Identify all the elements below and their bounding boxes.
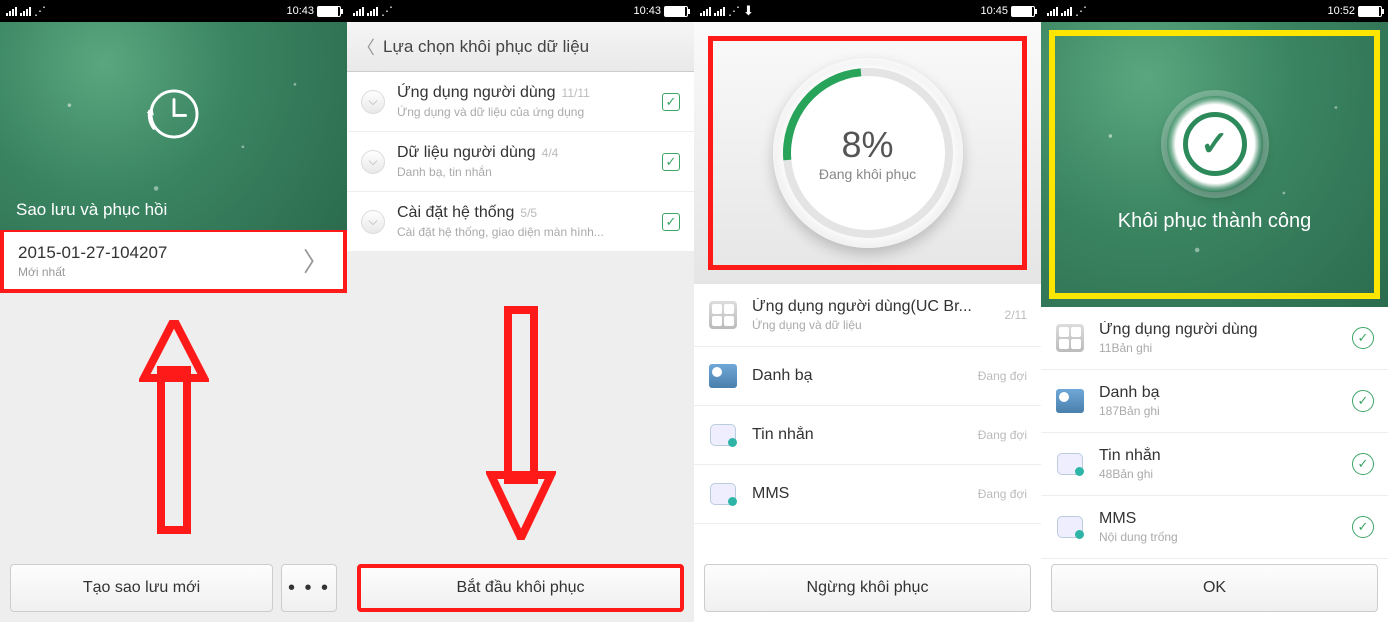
ok-button[interactable]: OK [1051, 564, 1378, 612]
success-check-icon: ✓ [1167, 96, 1263, 192]
chevron-right-icon: 〉 [303, 242, 329, 279]
wifi-icon: ⋰ [34, 4, 46, 18]
checkbox-icon[interactable]: ✓ [662, 153, 680, 171]
wifi-icon: ⋰ [728, 4, 740, 18]
hero-banner: Sao lưu và phục hồi [0, 22, 347, 230]
restore-options-list: ⌵ Ứng dụng người dùng11/11Ứng dụng và dữ… [347, 72, 694, 252]
annotation-yellow-box [1049, 30, 1380, 299]
check-circle-icon: ✓ [1352, 390, 1374, 412]
apps-icon [1055, 323, 1085, 353]
success-hero: ✓ Khôi phục thành công [1041, 22, 1388, 307]
screen-restore-success: ⋰ 10:52 ✓ Khôi phục thành công Ứng dụng … [1041, 0, 1388, 622]
signal-icon [6, 7, 17, 16]
annotation-arrow-up [139, 320, 209, 540]
check-circle-icon: ✓ [1352, 516, 1374, 538]
backup-clock-icon [138, 78, 210, 150]
battery-icon [317, 6, 341, 17]
check-circle-icon: ✓ [1352, 327, 1374, 349]
signal-icon [714, 7, 725, 16]
status-bar: ⋰ 10:43 [0, 0, 347, 22]
status-bar: ⋰ 10:43 [347, 0, 694, 22]
status-bar: ⋰⬇ 10:45 [694, 0, 1041, 22]
backup-name: 2015-01-27-104207 [18, 243, 303, 263]
progress-item-apps: Ứng dụng người dùng(UC Br...Ứng dụng và … [694, 284, 1041, 347]
screen-restore-progress: ⋰⬇ 10:45 8% Đang khôi phục Ứng dụng ngườ… [694, 0, 1041, 622]
signal-icon [1061, 7, 1072, 16]
battery-icon [664, 6, 688, 17]
progress-label: Đang khôi phục [819, 166, 916, 182]
result-item-apps: Ứng dụng người dùng11Bản ghi ✓ [1041, 307, 1388, 370]
option-user-data[interactable]: ⌵ Dữ liệu người dùng4/4Danh bạ, tin nhắn… [347, 132, 694, 192]
nav-bar: 〈 Lựa chọn khôi phục dữ liệu [347, 22, 694, 72]
mms-icon [708, 479, 738, 509]
download-icon: ⬇ [743, 3, 754, 19]
checkbox-icon[interactable]: ✓ [662, 213, 680, 231]
progress-area: 8% Đang khôi phục [694, 22, 1041, 284]
back-icon[interactable]: 〈 [357, 34, 375, 60]
result-item-contacts: Danh bạ187Bản ghi ✓ [1041, 370, 1388, 433]
battery-icon [1358, 6, 1382, 17]
messages-icon [708, 420, 738, 450]
progress-item-messages: Tin nhắn Đang đợi [694, 406, 1041, 465]
backup-subtitle: Mới nhất [18, 265, 303, 279]
wifi-icon: ⋰ [381, 4, 393, 18]
new-backup-button[interactable]: Tạo sao lưu mới [10, 564, 273, 612]
clock-time: 10:43 [633, 5, 661, 17]
signal-icon [20, 7, 31, 16]
chevron-down-icon[interactable]: ⌵ [361, 150, 385, 174]
option-system-settings[interactable]: ⌵ Cài đặt hệ thống5/5Cài đặt hệ thống, g… [347, 192, 694, 252]
clock-time: 10:52 [1327, 5, 1355, 17]
option-user-apps[interactable]: ⌵ Ứng dụng người dùng11/11Ứng dụng và dữ… [347, 72, 694, 132]
result-item-messages: Tin nhắn48Bản ghi ✓ [1041, 433, 1388, 496]
annotation-arrow-down [486, 300, 556, 540]
status-bar: ⋰ 10:52 [1041, 0, 1388, 22]
signal-icon [700, 7, 711, 16]
progress-percent: 8% [841, 124, 893, 166]
screen-select-restore: ⋰ 10:43 〈 Lựa chọn khôi phục dữ liệu ⌵ Ứ… [347, 0, 694, 622]
more-button[interactable]: • • • [281, 564, 337, 612]
check-circle-icon: ✓ [1352, 453, 1374, 475]
contacts-icon [1055, 386, 1085, 416]
success-message: Khôi phục thành công [1118, 210, 1312, 233]
signal-icon [353, 7, 364, 16]
signal-icon [1047, 7, 1058, 16]
progress-item-mms: MMS Đang đợi [694, 465, 1041, 524]
chevron-down-icon[interactable]: ⌵ [361, 210, 385, 234]
signal-icon [367, 7, 378, 16]
progress-item-contacts: Danh bạ Đang đợi [694, 347, 1041, 406]
clock-time: 10:45 [980, 5, 1008, 17]
nav-title: Lựa chọn khôi phục dữ liệu [383, 37, 589, 57]
result-item-mms: MMSNội dung trống ✓ [1041, 496, 1388, 559]
wifi-icon: ⋰ [1075, 4, 1087, 18]
clock-time: 10:43 [286, 5, 314, 17]
screen-backup-list: ⋰ 10:43 Sao lưu và phục hồi 2015-01-27-1… [0, 0, 347, 622]
contacts-icon [708, 361, 738, 391]
chevron-down-icon[interactable]: ⌵ [361, 90, 385, 114]
mms-icon [1055, 512, 1085, 542]
stop-restore-button[interactable]: Ngừng khôi phục [704, 564, 1031, 612]
battery-icon [1011, 6, 1035, 17]
backup-entry[interactable]: 2015-01-27-104207 Mới nhất 〉 [0, 228, 347, 293]
messages-icon [1055, 449, 1085, 479]
apps-icon [708, 300, 738, 330]
start-restore-button[interactable]: Bắt đầu khôi phục [357, 564, 684, 612]
checkbox-icon[interactable]: ✓ [662, 93, 680, 111]
hero-title: Sao lưu và phục hồi [16, 200, 167, 220]
